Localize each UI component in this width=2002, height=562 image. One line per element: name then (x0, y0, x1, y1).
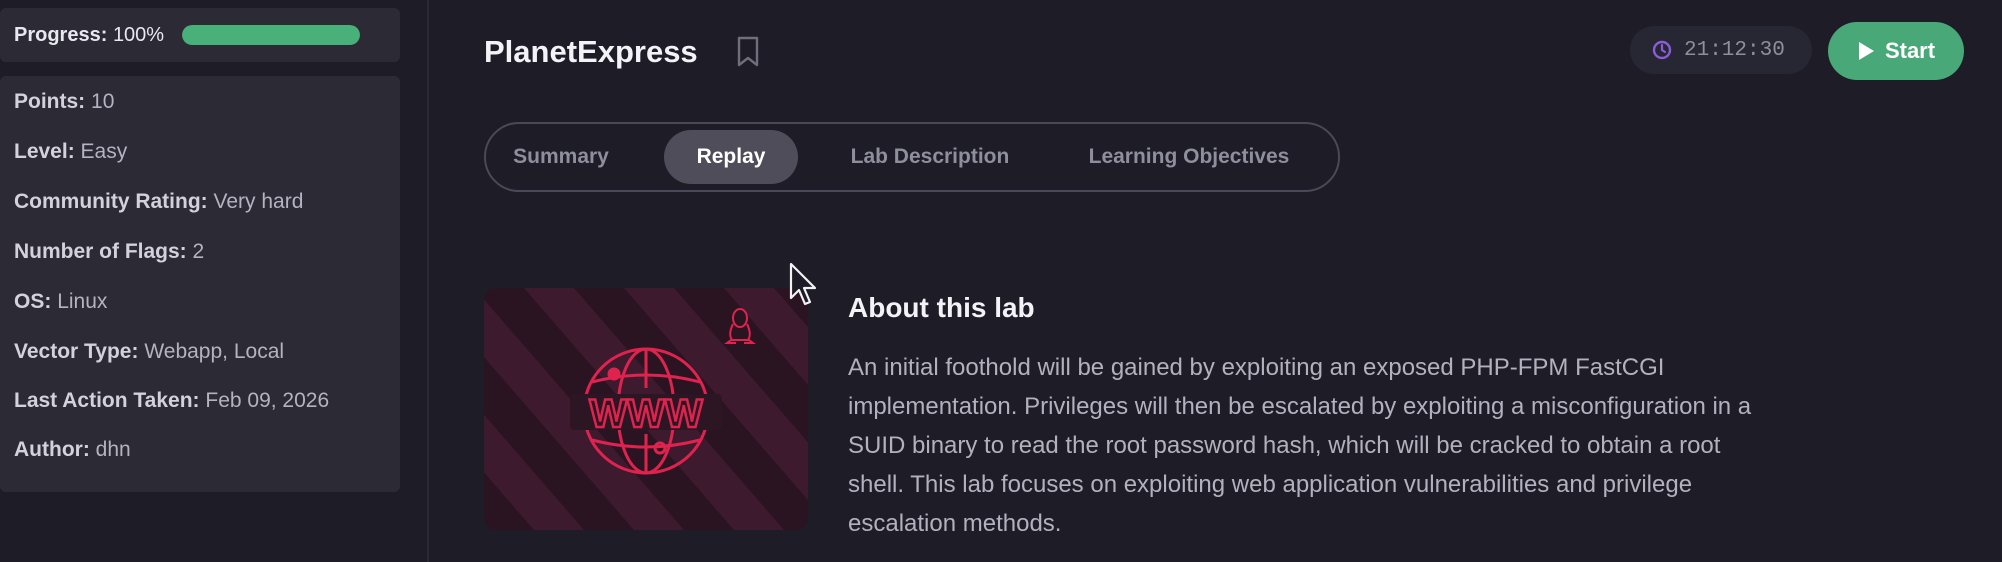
play-icon (1858, 42, 1874, 60)
detail-points: Points: 10 (14, 90, 115, 113)
detail-os: OS: Linux (14, 290, 108, 313)
timer-badge: 21:12:30 (1630, 26, 1812, 74)
clock-icon (1652, 40, 1672, 60)
tab-learning-objectives[interactable]: Learning Objectives (1054, 130, 1324, 184)
tab-replay[interactable]: Replay (664, 130, 798, 184)
tab-summary[interactable]: Summary (500, 130, 622, 184)
about-line: SUID binary to read the root password ha… (848, 432, 1721, 459)
progress-value: 100% (112, 23, 165, 46)
progress-card: Progress: 100% (0, 8, 400, 62)
detail-vector-type: Vector Type: Webapp, Local (14, 340, 285, 363)
lab-title: PlanetExpress (484, 34, 698, 69)
progress-bar-fill (182, 25, 361, 45)
progress-bar (182, 25, 361, 45)
tab-lab-description[interactable]: Lab Description (824, 130, 1036, 184)
about-line: An initial foothold will be gained by ex… (848, 354, 1665, 381)
sidebar-divider (427, 0, 429, 562)
mouse-cursor-icon (789, 262, 817, 306)
progress-label: Progress: 100% (14, 23, 165, 46)
about-line: shell. This lab focuses on exploiting we… (848, 471, 1693, 498)
detail-level: Level: Easy (14, 140, 128, 163)
tab-bar: Summary Replay Lab Description Learning … (484, 122, 1340, 192)
svg-text:WWW: WWW (589, 392, 703, 436)
lab-thumbnail: WWW (484, 288, 808, 530)
timer-text: 21:12:30 (1684, 38, 1785, 62)
lab-details-card: Points: 10 Level: Easy Community Rating:… (0, 76, 400, 492)
left-sidebar: Progress: 100% Points: 10 Level: Easy Co… (0, 0, 428, 562)
detail-last-action: Last Action Taken: Feb 09, 2026 (14, 389, 330, 412)
start-button[interactable]: Start (1828, 22, 1964, 80)
detail-number-of-flags: Number of Flags: 2 (14, 240, 205, 263)
about-description: An initial foothold will be gained by ex… (848, 348, 1968, 543)
bookmark-icon[interactable] (736, 36, 760, 68)
detail-author: Author: dhn (14, 438, 131, 461)
about-line: escalation methods. (848, 510, 1062, 537)
about-line: implementation. Privileges will then be … (848, 393, 1752, 420)
detail-community-rating: Community Rating: Very hard (14, 190, 304, 213)
start-button-label: Start (1884, 38, 1936, 63)
about-title: About this lab (848, 292, 1035, 323)
